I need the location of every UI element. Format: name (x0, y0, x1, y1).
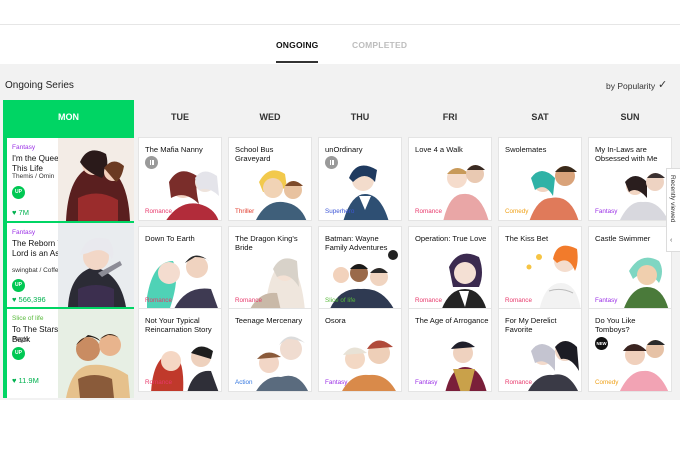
series-title: Batman: Wayne Family Adventures (325, 234, 388, 252)
genre-label: Comedy (595, 379, 619, 386)
sort-dropdown[interactable]: by Popularity (606, 81, 655, 91)
series-tabs: ONGOING COMPLETED (0, 36, 680, 64)
genre-label: Thriller (235, 208, 255, 215)
series-title: Love 4 a Walk (415, 145, 463, 154)
series-title: Osora (325, 316, 346, 325)
series-card[interactable]: The Kiss Bet Romance (498, 226, 582, 310)
genre-label: Romance (415, 208, 442, 215)
genre-label: Slice of life (12, 315, 44, 322)
series-card[interactable]: For My Derelict Favorite Romance (498, 308, 582, 392)
series-card[interactable]: Fantasy The Reborn Young Lord is an Assa… (7, 223, 134, 307)
series-card[interactable]: Teenage Mercenary Action (228, 308, 312, 392)
series-title: My In-Laws are Obsessed with Me (595, 145, 658, 163)
genre-label: Fantasy (415, 379, 438, 386)
series-title: The Age of Arrogance (415, 316, 489, 325)
day-column-mon: MON Fantasy I'm the Queen in This Life T… (3, 100, 134, 398)
genre-label: Slice of life (325, 297, 356, 304)
genre-label: Superhero (325, 208, 355, 215)
series-card[interactable]: School Bus Graveyard Thriller (228, 137, 312, 221)
series-author: Themis / Omin (12, 173, 55, 180)
day-header-wed[interactable]: WED (228, 112, 312, 126)
like-count-value: 566,396 (18, 295, 46, 304)
day-header-sun[interactable]: SUN (588, 112, 672, 126)
series-card[interactable]: Castle Swimmer Fantasy (588, 226, 672, 310)
series-card[interactable]: Love 4 a Walk Romance (408, 137, 492, 221)
series-title: Down To Earth (145, 234, 195, 243)
genre-label: Fantasy (595, 208, 618, 215)
like-count-value: 11.9M (18, 376, 39, 385)
series-card[interactable]: The Mafia Nanny Romance (138, 137, 222, 221)
like-count: ♥ 566,396 (12, 295, 46, 304)
series-title: Operation: True Love (415, 234, 487, 243)
series-title: Swolemates (505, 145, 547, 154)
series-card[interactable]: Down To Earth Romance (138, 226, 222, 310)
series-card[interactable]: Osora Fantasy (318, 308, 402, 392)
top-divider (0, 24, 680, 25)
series-title: Not Your Typical Reincarnation Story (145, 316, 212, 334)
genre-label: Romance (145, 297, 172, 304)
like-count: ♥ 7M (12, 208, 29, 217)
series-card[interactable]: Batman: Wayne Family Adventures Slice of… (318, 226, 402, 310)
pause-icon (145, 156, 158, 169)
day-header-tue[interactable]: TUE (138, 112, 222, 126)
genre-label: Romance (415, 297, 442, 304)
genre-label: Fantasy (325, 379, 348, 386)
like-count: ♥ 11.9M (12, 376, 39, 385)
active-tab-underline (276, 61, 318, 63)
up-badge: UP (12, 279, 25, 292)
up-badge: UP (12, 186, 25, 199)
series-cover-art (58, 138, 134, 221)
series-card[interactable]: My In-Laws are Obsessed with Me Fantasy (588, 137, 672, 221)
day-header-mon[interactable]: MON (3, 112, 134, 122)
series-card[interactable]: The Dragon King's Bride Romance (228, 226, 312, 310)
genre-label: Romance (505, 297, 532, 304)
series-card[interactable]: Not Your Typical Reincarnation Story Rom… (138, 308, 222, 392)
day-header-thu[interactable]: THU (318, 112, 402, 126)
up-badge: UP (12, 347, 25, 360)
genre-label: Fantasy (12, 229, 36, 236)
series-title: For My Derelict Favorite (505, 316, 557, 334)
series-title: The Kiss Bet (505, 234, 549, 243)
series-card[interactable]: Slice of life To The Stars and Back Pegl… (7, 309, 134, 398)
series-card[interactable]: The Age of Arrogance Fantasy (408, 308, 492, 392)
series-title: The Mafia Nanny (145, 145, 203, 154)
series-title: The Dragon King's Bride (235, 234, 298, 252)
day-header-fri[interactable]: FRI (408, 112, 492, 126)
series-card[interactable]: Fantasy I'm the Queen in This Life Themi… (7, 138, 134, 221)
section-title: Ongoing Series (5, 80, 74, 91)
genre-label: Romance (235, 297, 262, 304)
series-card[interactable]: Operation: True Love Romance (408, 226, 492, 310)
check-icon: ✓ (658, 79, 668, 91)
genre-label: Romance (145, 208, 172, 215)
tab-ongoing[interactable]: ONGOING (276, 40, 318, 50)
series-cover-art (58, 309, 134, 398)
series-title: Castle Swimmer (595, 234, 651, 243)
series-card[interactable]: Swolemates Comedy (498, 137, 582, 221)
series-title: School Bus Graveyard (235, 145, 274, 163)
series-card[interactable]: unOrdinary Superhero (318, 137, 402, 221)
recently-viewed-label: Recently viewed (669, 175, 676, 223)
series-author: Peglo (12, 336, 29, 343)
like-count-value: 7M (18, 208, 29, 217)
series-title: unOrdinary (325, 145, 363, 154)
genre-label: Comedy (505, 208, 529, 215)
pause-icon (325, 156, 338, 169)
series-title: Teenage Mercenary (235, 316, 303, 325)
series-cover-art (58, 223, 134, 307)
day-header-sat[interactable]: SAT (498, 112, 582, 126)
series-card[interactable]: Do You Like Tomboys? NEW Comedy (588, 308, 672, 392)
chevron-left-icon: ‹ (670, 237, 673, 244)
genre-label: Romance (145, 379, 172, 386)
series-title: Do You Like Tomboys? (595, 316, 636, 334)
new-badge: NEW (595, 337, 608, 350)
genre-label: Fantasy (595, 297, 618, 304)
genre-label: Fantasy (12, 144, 36, 151)
genre-label: Romance (505, 379, 532, 386)
tab-completed[interactable]: COMPLETED (352, 40, 407, 50)
genre-label: Action (235, 379, 253, 386)
